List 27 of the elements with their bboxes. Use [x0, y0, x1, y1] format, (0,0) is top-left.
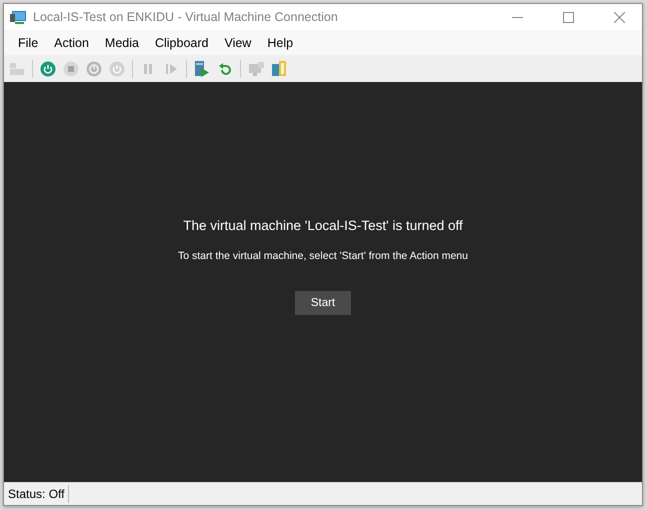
power-icon: [109, 60, 125, 76]
keyboard-icon: [9, 62, 25, 76]
server-icon: [271, 60, 287, 77]
monitor-icon: [248, 60, 264, 76]
start-button[interactable]: Start: [295, 291, 351, 315]
maximize-icon: [563, 12, 574, 22]
screen-message: To start the virtual machine, select 'Start' from the Action menu: [178, 250, 468, 262]
pause-icon: [142, 62, 154, 74]
toolbar-button[interactable]: [269, 58, 289, 78]
play-icon: [164, 62, 178, 74]
close-icon: [614, 12, 625, 22]
power-icon: [40, 60, 56, 76]
menu-item[interactable]: View: [216, 34, 260, 52]
undo-icon: [218, 62, 232, 76]
toolbar-button[interactable]: [38, 58, 58, 78]
menu-item[interactable]: File: [10, 34, 46, 52]
menu-item[interactable]: Action: [46, 34, 97, 52]
status-text: Status: Off: [4, 485, 70, 503]
stop-icon: [63, 60, 79, 76]
screen-heading: The virtual machine 'Local-IS-Test' is turned off: [183, 218, 463, 233]
shutdown-icon: [86, 60, 102, 76]
window-title: Local-IS-Test on ENKIDU - Virtual Machine Connection: [33, 10, 339, 24]
monitor-icon: [10, 10, 27, 24]
server-play-icon: [194, 60, 210, 77]
menu-item[interactable]: Help: [259, 34, 302, 52]
menu-item[interactable]: Clipboard: [146, 34, 216, 52]
menu-item[interactable]: Media: [96, 34, 147, 52]
